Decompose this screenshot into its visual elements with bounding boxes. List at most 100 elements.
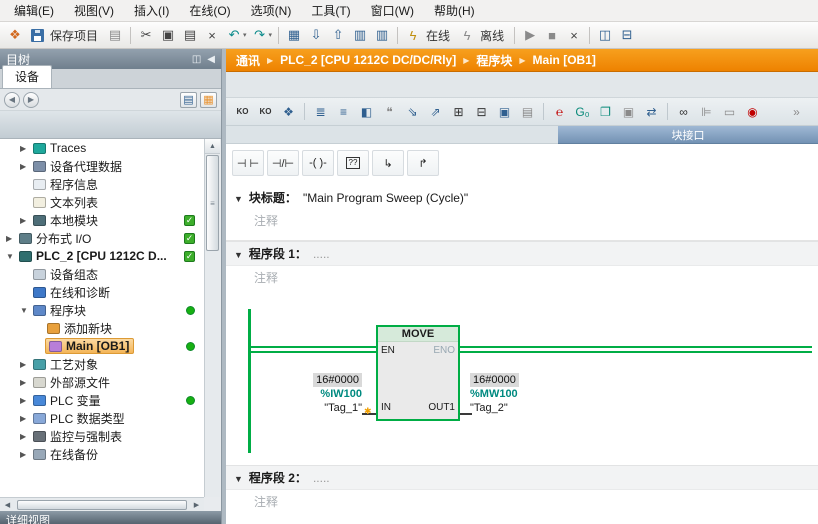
tree-item-external-sources[interactable]: ▶ 外部源文件 (0, 373, 204, 391)
collapse-icon[interactable]: ▼ (234, 194, 243, 204)
back-icon[interactable]: ◀ (4, 92, 20, 108)
tree-item-distributed-io[interactable]: ▶ 分布式 I/O ✓ (0, 229, 204, 247)
open-branch-button[interactable]: ↳ (372, 150, 404, 176)
stop-cpu-icon[interactable]: ■ (542, 25, 562, 45)
expand-icon[interactable]: ▶ (6, 234, 17, 243)
filter-icon[interactable]: ▦ (200, 92, 217, 108)
tree-item-plc2[interactable]: ▼ PLC_2 [CPU 1212C D... ✓ (0, 247, 204, 265)
save-project-label[interactable]: 保存项目 (50, 27, 98, 44)
tree-item-main-ob1[interactable]: Main [OB1] (0, 337, 204, 355)
expand-icon[interactable]: ▶ (20, 216, 31, 225)
compare-icon[interactable]: ⊫ (696, 101, 717, 122)
scroll-up-icon[interactable]: ▲ (205, 139, 220, 154)
input-operand[interactable]: 16#0000 %IW100 "Tag_1" (256, 373, 362, 415)
expand-all-networks-icon[interactable]: ≣ (310, 101, 331, 122)
network-1-title-placeholder[interactable]: ..... (313, 247, 330, 261)
tree-item-device-proxy-data[interactable]: ▶ 设备代理数据 (0, 157, 204, 175)
breadcrumb-plc[interactable]: PLC_2 [CPU 1212C DC/DC/Rly] (280, 53, 456, 67)
scroll-right-icon[interactable]: ▶ (189, 498, 204, 511)
expand-icon[interactable]: ▶ (20, 414, 31, 423)
download-to-device-icon[interactable]: ⇘ (402, 101, 423, 122)
operand-tag[interactable]: "Tag_1" (324, 401, 362, 415)
network-display-icon[interactable]: ◧ (356, 101, 377, 122)
expand-icon[interactable]: ▶ (20, 144, 31, 153)
compile-icon[interactable]: ▦ (284, 25, 304, 45)
insert-network-icon[interactable]: ⊞ (448, 101, 469, 122)
tree-item-plc-tags[interactable]: ▶ PLC 变量 (0, 391, 204, 409)
tree-item-program-blocks[interactable]: ▼ 程序块 (0, 301, 204, 319)
tree-vertical-scrollbar[interactable]: ▲ ≡ (204, 139, 220, 497)
tree-horizontal-scrollbar[interactable]: ◀ ▶ (0, 497, 204, 511)
close-branch-button[interactable]: ↱ (407, 150, 439, 176)
network-2-comment[interactable]: 注释 (226, 490, 818, 513)
cut-icon[interactable]: ✂ (136, 25, 156, 45)
go-offline-label[interactable]: 离线 (480, 27, 504, 44)
block-comment[interactable]: 注释 (226, 209, 818, 232)
upload-from-device-icon[interactable]: ⇧ (328, 25, 348, 45)
network-1-header[interactable]: ▼ 程序段 1： ..... (226, 241, 818, 266)
breadcrumb-main-ob1[interactable]: Main [OB1] (533, 53, 596, 67)
expand-icon[interactable]: ▼ (20, 306, 31, 315)
menu-options[interactable]: 选项(N) (241, 0, 302, 22)
output-operand[interactable]: 16#0000 %MW100 "Tag_2" (470, 373, 519, 415)
menu-online[interactable]: 在线(O) (179, 0, 240, 22)
breadcrumb-project[interactable]: 通讯 (236, 52, 260, 69)
tree-item-traces[interactable]: ▶ Traces (0, 139, 204, 157)
split-horizontal-icon[interactable]: ◫ (595, 25, 615, 45)
tree-item-program-info[interactable]: 程序信息 (0, 175, 204, 193)
goto-icon[interactable]: G₀ (572, 101, 593, 122)
tree-item-text-lists[interactable]: 文本列表 (0, 193, 204, 211)
breakpoint-icon[interactable]: ◉ (742, 101, 763, 122)
tree-item-local-modules[interactable]: ▶ 本地模块 ✓ (0, 211, 204, 229)
insert-block-icon[interactable]: ▣ (494, 101, 515, 122)
block-interface-bar[interactable]: 块接口 (558, 126, 818, 144)
expand-icon[interactable]: ▶ (20, 378, 31, 387)
list-view-icon[interactable]: ▤ (180, 92, 197, 108)
collapse-panel-icon[interactable]: ◀ (207, 54, 215, 65)
print-icon[interactable]: ▤ (105, 25, 125, 45)
menu-window[interactable]: 窗口(W) (361, 0, 424, 22)
tab-devices[interactable]: 设备 (2, 65, 52, 88)
menu-tools[interactable]: 工具(T) (301, 0, 360, 22)
refresh-values-icon[interactable]: ⇄ (641, 101, 662, 122)
split-vertical-icon[interactable]: ⊟ (617, 25, 637, 45)
delete-network-icon[interactable]: ⊟ (471, 101, 492, 122)
forward-icon[interactable]: ▶ (23, 92, 39, 108)
device-icon[interactable]: ▥ (350, 25, 370, 45)
coil-button[interactable]: -( )- (302, 150, 334, 176)
go-online-label[interactable]: 在线 (426, 27, 450, 44)
copy-icon[interactable]: ▣ (158, 25, 178, 45)
collapse-icon[interactable]: ▼ (234, 250, 243, 260)
operand-address[interactable]: %MW100 (470, 387, 518, 401)
move-block[interactable]: MOVE EN ENO IN OUT1 (376, 325, 460, 421)
favorites-icon[interactable]: ❖ (278, 101, 299, 122)
redo-icon[interactable]: ↷ (250, 25, 270, 45)
menu-view[interactable]: 视图(V) (64, 0, 124, 22)
save-project-icon[interactable] (27, 25, 47, 45)
block-title-value[interactable]: "Main Program Sweep (Cycle)" (303, 191, 468, 205)
start-cpu-icon[interactable]: ▶ (520, 25, 540, 45)
expand-icon[interactable]: ▶ (20, 396, 31, 405)
expand-icon[interactable]: ▶ (20, 162, 31, 171)
tree-item-online-backups[interactable]: ▶ 在线备份 (0, 445, 204, 463)
network-2-header[interactable]: ▼ 程序段 2： ..... (226, 465, 818, 490)
go-offline-icon[interactable]: ϟ (457, 25, 477, 45)
breadcrumb-program-blocks[interactable]: 程序块 (476, 52, 512, 69)
call-environment-icon[interactable]: ℮ (549, 101, 570, 122)
expand-icon[interactable]: ▶ (20, 432, 31, 441)
expand-icon[interactable]: ▶ (20, 360, 31, 369)
undo-icon[interactable]: ↶ (224, 25, 244, 45)
menu-help[interactable]: 帮助(H) (424, 0, 485, 22)
contact-nc-button[interactable]: ⊣/⊢ (267, 150, 299, 176)
upload-from-device-icon[interactable]: ⇗ (425, 101, 446, 122)
window-icon[interactable]: ◫ (192, 54, 201, 65)
new-project-icon[interactable]: ❖ (5, 25, 25, 45)
collapse-icon[interactable]: ▼ (234, 474, 243, 484)
expand-icon[interactable]: ▶ (20, 450, 31, 459)
snapshot-copy-icon[interactable]: ❐ (595, 101, 616, 122)
network-1-comment[interactable]: 注释 (226, 266, 818, 289)
operand-address[interactable]: %IW100 (320, 387, 362, 401)
paste-icon[interactable]: ▤ (180, 25, 200, 45)
collapse-all-networks-icon[interactable]: ≡ (333, 101, 354, 122)
operand-tag[interactable]: "Tag_2" (470, 401, 508, 415)
